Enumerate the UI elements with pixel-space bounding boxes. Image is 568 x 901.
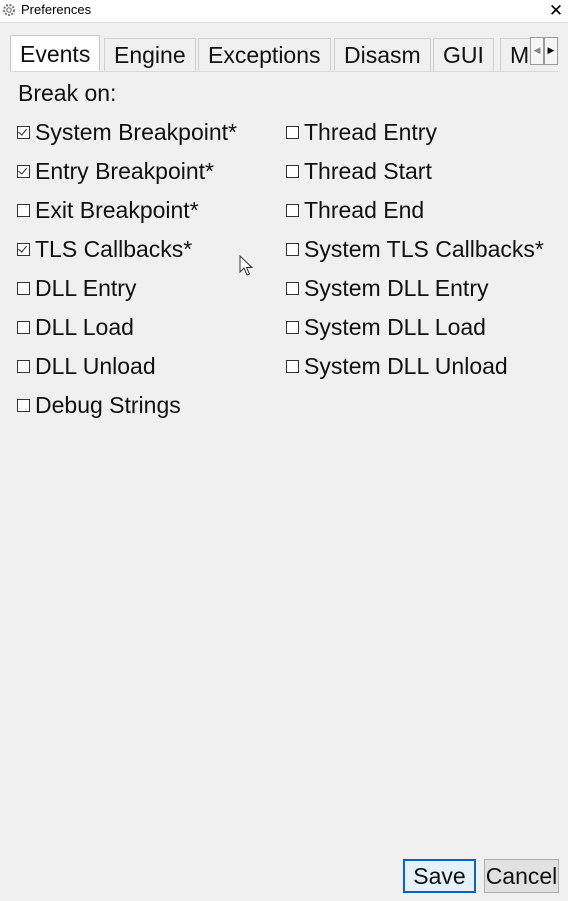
checkbox-label: System DLL Unload (304, 352, 508, 379)
checkbox-box[interactable] (17, 164, 30, 178)
events-panel (10, 71, 558, 852)
checkbox-label: Entry Breakpoint* (35, 157, 214, 184)
checkbox-label: DLL Entry (35, 274, 137, 301)
checkbox-box[interactable] (286, 164, 299, 178)
mouse-cursor-icon (239, 255, 253, 276)
checkbox-box[interactable] (17, 203, 30, 217)
preferences-window: Preferences ✕ Events Engine Exceptions D… (0, 0, 568, 901)
checkbox-box[interactable] (17, 281, 30, 295)
checkbox-exit-breakpoint[interactable]: Exit Breakpoint* (17, 195, 199, 225)
tab-events[interactable]: Events (10, 35, 101, 71)
checkbox-label: TLS Callbacks* (35, 235, 193, 262)
checkbox-label: System DLL Load (304, 313, 486, 340)
checkbox-label: DLL Load (35, 313, 134, 340)
tab-engine[interactable]: Engine (104, 38, 196, 71)
chevron-right-icon: ▶ (547, 46, 555, 56)
chevron-left-icon: ◀ (533, 46, 541, 56)
close-icon: ✕ (548, 1, 564, 21)
checkbox-box[interactable] (286, 125, 299, 139)
tab-bar: Events Engine Exceptions Disasm GUI M (10, 35, 530, 71)
checkbox-label: Thread Start (304, 157, 432, 184)
checkbox-box[interactable] (17, 398, 30, 412)
checkbox-box[interactable] (286, 320, 299, 334)
checkbox-label: Debug Strings (35, 391, 181, 418)
checkbox-tls-callbacks[interactable]: TLS Callbacks* (17, 234, 192, 264)
checkbox-box[interactable] (286, 281, 299, 295)
checkbox-box[interactable] (17, 320, 30, 334)
checkbox-label: Thread Entry (304, 118, 437, 145)
window-title: Preferences (21, 2, 92, 17)
checkbox-label: DLL Unload (35, 352, 156, 379)
checkbox-thread-start[interactable]: Thread Start (286, 156, 432, 186)
checkbox-label: System DLL Entry (304, 274, 489, 301)
checkbox-thread-entry[interactable]: Thread Entry (286, 117, 437, 147)
close-button[interactable]: ✕ (544, 0, 568, 22)
tab-scroll-buttons: ◀ ▶ (530, 37, 560, 67)
checkbox-system-dll-unload[interactable]: System DLL Unload (286, 351, 508, 381)
checkbox-system-tls-callbacks[interactable]: System TLS Callbacks* (286, 234, 544, 264)
break-on-label: Break on: (18, 80, 117, 106)
checkbox-box[interactable] (286, 203, 299, 217)
tab-scroll-left-button[interactable]: ◀ (530, 37, 544, 65)
checkbox-box[interactable] (17, 125, 30, 139)
tab-disasm[interactable]: Disasm (334, 38, 431, 71)
checkbox-dll-entry[interactable]: DLL Entry (17, 273, 136, 303)
tab-more[interactable]: M (500, 38, 530, 71)
gear-icon (3, 4, 15, 16)
checkbox-box[interactable] (286, 359, 299, 373)
checkbox-label: System Breakpoint* (35, 118, 237, 145)
checkbox-debug-strings[interactable]: Debug Strings (17, 390, 181, 420)
checkbox-system-dll-load[interactable]: System DLL Load (286, 312, 486, 342)
checkbox-system-dll-entry[interactable]: System DLL Entry (286, 273, 488, 303)
tab-scroll-right-button[interactable]: ▶ (544, 37, 558, 65)
tab-gui[interactable]: GUI (433, 38, 494, 71)
checkbox-label: Exit Breakpoint* (35, 196, 199, 223)
checkbox-system-breakpoint[interactable]: System Breakpoint* (17, 117, 237, 147)
checkbox-box[interactable] (286, 242, 299, 256)
checkbox-thread-end[interactable]: Thread End (286, 195, 424, 225)
save-button[interactable]: Save (403, 859, 476, 893)
title-bar: Preferences ✕ (0, 0, 568, 23)
cancel-button[interactable]: Cancel (484, 859, 559, 893)
checkbox-box[interactable] (17, 359, 30, 373)
checkbox-dll-unload[interactable]: DLL Unload (17, 351, 156, 381)
tab-exceptions[interactable]: Exceptions (198, 38, 331, 71)
checkbox-label: System TLS Callbacks* (304, 235, 544, 262)
checkbox-box[interactable] (17, 242, 30, 256)
checkbox-label: Thread End (304, 196, 425, 223)
checkbox-dll-load[interactable]: DLL Load (17, 312, 134, 342)
checkbox-entry-breakpoint[interactable]: Entry Breakpoint* (17, 156, 214, 186)
